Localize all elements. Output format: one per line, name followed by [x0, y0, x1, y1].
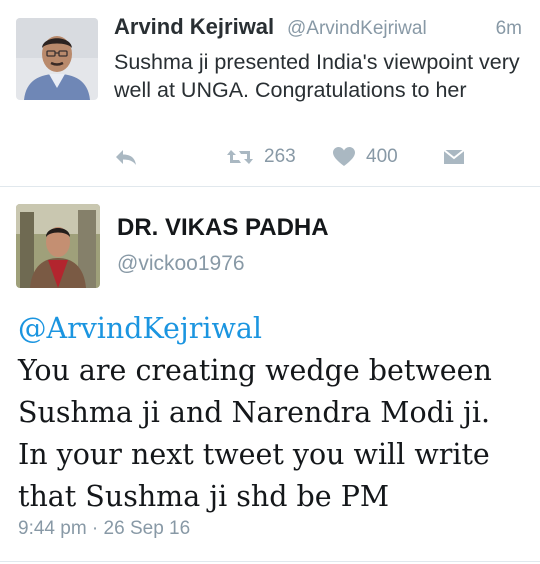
- retweet-icon: [226, 147, 254, 167]
- envelope-icon: [442, 147, 466, 167]
- original-author-avatar[interactable]: [16, 18, 98, 100]
- reply-tweet-body: @ArvindKejriwal You are creating wedge b…: [18, 308, 528, 518]
- reply-icon: [114, 147, 138, 167]
- like-button[interactable]: 400: [332, 144, 398, 170]
- retweet-button[interactable]: 263: [226, 144, 296, 170]
- tweet-divider: [0, 186, 540, 187]
- retweet-count: 263: [264, 146, 296, 167]
- reply-author-handle[interactable]: @vickoo1976: [117, 252, 245, 276]
- reply-tweet-text: You are creating wedge between Sushma ji…: [18, 354, 492, 513]
- original-tweet-text: Sushma ji presented India's viewpoint ve…: [114, 50, 520, 102]
- reply-button[interactable]: [114, 144, 138, 170]
- reply-author-avatar[interactable]: [16, 204, 100, 288]
- heart-icon: [332, 146, 356, 168]
- like-count: 400: [366, 146, 398, 167]
- direct-message-button[interactable]: [442, 144, 466, 170]
- reply-timestamp[interactable]: 9:44 pm · 26 Sep 16: [18, 518, 190, 540]
- original-author-handle[interactable]: @ArvindKejriwal: [287, 18, 427, 40]
- original-author-name[interactable]: Arvind Kejriwal: [114, 14, 274, 40]
- reply-author-name[interactable]: DR. VIKAS PADHA: [117, 214, 329, 242]
- mention-link[interactable]: @ArvindKejriwal: [18, 308, 528, 350]
- original-tweet-time: 6m: [495, 18, 522, 39]
- bottom-divider: [0, 561, 540, 562]
